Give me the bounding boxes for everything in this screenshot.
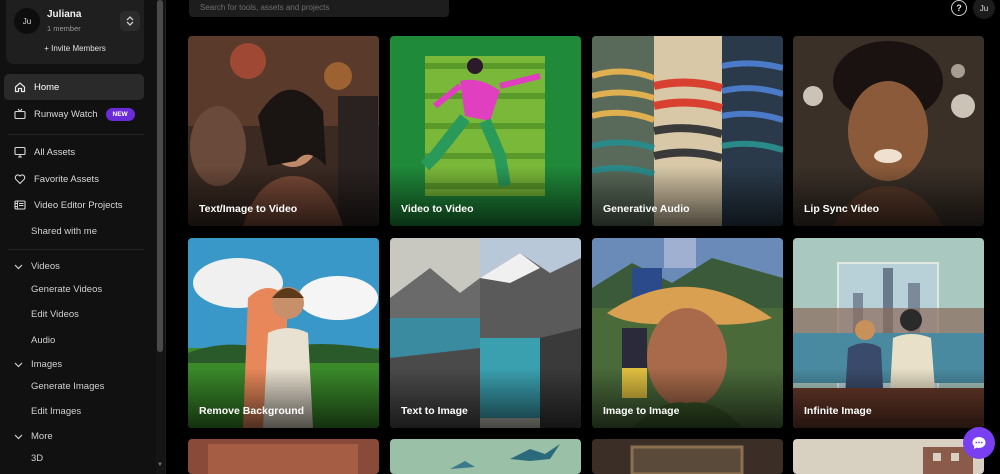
sidebar-section-label: Videos <box>31 261 60 272</box>
sidebar-item-shared-with-me[interactable]: Shared with me <box>31 226 97 237</box>
workspace-avatar: Ju <box>14 8 40 34</box>
chevron-down-icon <box>14 264 24 270</box>
tool-card-partial[interactable] <box>188 439 379 474</box>
sidebar-item-edit-images[interactable]: Edit Images <box>31 406 81 417</box>
tool-card-label: Text to Image <box>401 405 468 417</box>
tool-card-label: Lip Sync Video <box>804 203 880 215</box>
monitor-icon <box>14 146 26 158</box>
sidebar-section-label: Images <box>31 359 63 370</box>
sidebar-section-videos[interactable]: Videos <box>14 261 60 272</box>
sidebar-item-video-editor-projects[interactable]: Video Editor Projects <box>4 192 144 218</box>
sidebar-item-edit-videos[interactable]: Edit Videos <box>31 309 79 320</box>
sidebar-item-label: Runway Watch <box>34 108 98 120</box>
question-icon: ? <box>956 3 962 13</box>
divider <box>8 249 144 250</box>
new-badge: NEW <box>105 107 135 121</box>
sidebar-item-3d[interactable]: 3D <box>31 453 43 464</box>
card-thumbnail <box>592 439 783 474</box>
tool-card-text-image-to-video[interactable]: Text/Image to Video <box>188 36 379 226</box>
sidebar-item-label: Favorite Assets <box>34 173 99 185</box>
tool-card-label: Image to Image <box>603 405 680 417</box>
workspace-switch-button[interactable] <box>120 11 140 31</box>
tool-card-image-to-image[interactable]: Image to Image <box>592 238 783 428</box>
tool-card-infinite-image[interactable]: Infinite Image <box>793 238 984 428</box>
tool-card-label: Infinite Image <box>804 405 872 417</box>
divider <box>8 134 144 135</box>
workspace-card[interactable]: Ju Juliana 1 member + Invite Members <box>6 0 144 64</box>
sidebar-item-home[interactable]: Home <box>4 74 144 100</box>
card-thumbnail <box>793 439 984 474</box>
card-shade <box>390 166 581 226</box>
sidebar-item-audio[interactable]: Audio <box>31 335 55 346</box>
card-shade <box>188 368 379 428</box>
card-shade <box>390 368 581 428</box>
sidebar-section-more[interactable]: More <box>14 431 53 442</box>
tool-card-label: Video to Video <box>401 203 474 215</box>
sidebar-item-runway-watch[interactable]: Runway Watch NEW <box>4 101 144 127</box>
tool-card-generative-audio[interactable]: Generative Audio <box>592 36 783 226</box>
heart-icon <box>14 173 26 185</box>
tool-card-text-to-image[interactable]: Text to Image <box>390 238 581 428</box>
sidebar-section-images[interactable]: Images <box>14 359 62 370</box>
chevron-down-icon <box>14 362 24 368</box>
sidebar: Ju Juliana 1 member + Invite Members Hom… <box>0 0 166 474</box>
workspace-member-count: 1 member <box>47 24 81 33</box>
chat-support-button[interactable] <box>963 427 995 459</box>
tool-card-label: Generative Audio <box>603 203 690 215</box>
sidebar-item-generate-videos[interactable]: Generate Videos <box>31 284 102 295</box>
scroll-down-arrow[interactable]: ▼ <box>157 462 163 468</box>
film-icon <box>14 199 26 211</box>
card-shade <box>793 166 984 226</box>
tool-card-partial[interactable] <box>592 439 783 474</box>
sidebar-section-label: More <box>31 431 53 442</box>
user-avatar-button[interactable]: Ju <box>973 0 995 19</box>
sidebar-item-favorite-assets[interactable]: Favorite Assets <box>4 166 144 192</box>
tool-card-label: Text/Image to Video <box>199 203 298 215</box>
chat-icon <box>972 437 986 449</box>
tool-card-lip-sync-video[interactable]: Lip Sync Video <box>793 36 984 226</box>
tool-card-label: Remove Background <box>199 405 305 417</box>
chevron-up-down-icon <box>126 16 134 26</box>
search-input[interactable]: Search for tools, assets and projects <box>189 0 449 17</box>
home-icon <box>14 81 26 93</box>
invite-members-button[interactable]: + Invite Members <box>6 44 144 53</box>
card-shade <box>592 368 783 428</box>
help-button[interactable]: ? <box>951 0 967 16</box>
sidebar-item-label: All Assets <box>34 146 76 158</box>
card-thumbnail <box>390 439 581 474</box>
sidebar-scrollbar-thumb[interactable] <box>157 0 163 352</box>
tool-card-partial[interactable] <box>390 439 581 474</box>
tool-card-remove-background[interactable]: Remove Background <box>188 238 379 428</box>
tool-card-video-to-video[interactable]: Video to Video <box>390 36 581 226</box>
chevron-down-icon <box>14 434 24 440</box>
sidebar-item-label: Video Editor Projects <box>34 199 123 211</box>
sidebar-item-all-assets[interactable]: All Assets <box>4 139 144 165</box>
card-shade <box>188 166 379 226</box>
tool-card-partial[interactable] <box>793 439 984 474</box>
sidebar-item-label: Home <box>34 81 60 93</box>
workspace-name: Juliana <box>47 9 82 20</box>
sidebar-item-generate-images[interactable]: Generate Images <box>31 381 104 392</box>
card-thumbnail <box>188 439 379 474</box>
card-shade <box>592 166 783 226</box>
card-shade <box>793 368 984 428</box>
watch-icon <box>14 108 26 120</box>
